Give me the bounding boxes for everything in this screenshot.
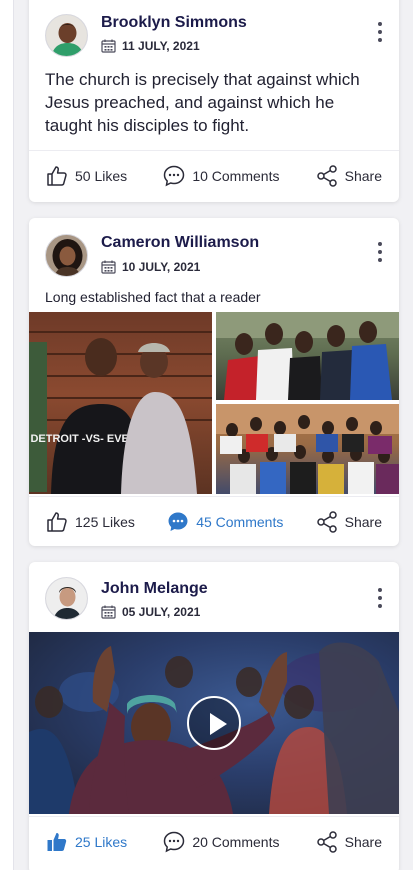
post-header: Cameron Williamson 10 JULY, 2021 bbox=[29, 218, 399, 280]
post-actions: 125 Likes 45 Comments Share bbox=[29, 496, 399, 546]
calendar-icon bbox=[101, 605, 116, 619]
gallery-photo[interactable] bbox=[216, 312, 399, 400]
comment-button[interactable]: 45 Comments bbox=[166, 510, 283, 534]
post-card: Cameron Williamson 10 JULY, 2021 Long es… bbox=[29, 218, 399, 546]
share-button[interactable]: Share bbox=[315, 510, 382, 534]
comment-count: 10 Comments bbox=[192, 167, 280, 184]
post-date-text: 10 JULY, 2021 bbox=[122, 260, 201, 274]
author-avatar[interactable] bbox=[45, 577, 88, 620]
author-name[interactable]: John Melange bbox=[101, 580, 208, 598]
like-button[interactable]: 50 Likes bbox=[45, 164, 127, 188]
thumbs-up-icon bbox=[47, 165, 67, 186]
gallery-photo[interactable] bbox=[216, 404, 399, 494]
post-date: 11 JULY, 2021 bbox=[101, 39, 200, 53]
comment-icon bbox=[164, 165, 185, 186]
thumbs-up-icon bbox=[47, 511, 67, 532]
post-card: Brooklyn Simmons 11 JULY, 2021 The churc… bbox=[29, 0, 399, 202]
like-count: 25 Likes bbox=[75, 833, 128, 850]
share-icon bbox=[316, 510, 337, 533]
post-date-text: 05 JULY, 2021 bbox=[122, 605, 201, 619]
author-name[interactable]: Cameron Williamson bbox=[101, 234, 259, 252]
comment-count: 20 Comments bbox=[192, 833, 280, 850]
share-label: Share bbox=[344, 833, 382, 850]
share-label: Share bbox=[344, 167, 382, 184]
play-icon[interactable] bbox=[187, 696, 241, 750]
more-vertical-icon[interactable] bbox=[375, 242, 385, 262]
post-text: The church is precisely that against whi… bbox=[45, 70, 360, 135]
more-vertical-icon[interactable] bbox=[375, 588, 385, 608]
share-icon bbox=[316, 830, 337, 853]
comment-button[interactable]: 10 Comments bbox=[162, 164, 279, 188]
post-card: John Melange 05 JULY, 2021 25 Likes 20 C… bbox=[29, 562, 399, 870]
comment-icon bbox=[168, 512, 188, 531]
share-label: Share bbox=[344, 513, 382, 530]
post-header: John Melange 05 JULY, 2021 bbox=[29, 562, 399, 624]
post-text: Long established fact that a reader bbox=[45, 289, 261, 305]
post-date: 05 JULY, 2021 bbox=[101, 605, 200, 619]
photo-gallery: DETROIT -VS- EVERYBODY bbox=[29, 312, 399, 494]
video-player[interactable] bbox=[29, 632, 399, 814]
like-count: 125 Likes bbox=[75, 513, 135, 530]
calendar-icon bbox=[101, 260, 116, 274]
like-count: 50 Likes bbox=[75, 167, 128, 184]
like-button[interactable]: 125 Likes bbox=[45, 510, 135, 534]
post-date-text: 11 JULY, 2021 bbox=[122, 39, 200, 53]
author-name[interactable]: Brooklyn Simmons bbox=[101, 14, 247, 32]
calendar-icon bbox=[101, 39, 116, 53]
like-button[interactable]: 25 Likes bbox=[45, 830, 127, 854]
comment-count: 45 Comments bbox=[196, 513, 284, 530]
post-date: 10 JULY, 2021 bbox=[101, 260, 200, 274]
post-actions: 25 Likes 20 Comments Share bbox=[29, 816, 399, 866]
thumbs-up-icon bbox=[47, 832, 67, 851]
post-actions: 50 Likes 10 Comments Share bbox=[29, 150, 399, 200]
share-button[interactable]: Share bbox=[315, 830, 382, 854]
share-icon bbox=[316, 164, 337, 187]
author-avatar[interactable] bbox=[45, 14, 88, 57]
comment-button[interactable]: 20 Comments bbox=[162, 830, 279, 854]
more-vertical-icon[interactable] bbox=[375, 22, 385, 42]
gallery-photo[interactable]: DETROIT -VS- EVERYBODY bbox=[29, 312, 212, 494]
author-avatar[interactable] bbox=[45, 234, 88, 277]
post-header: Brooklyn Simmons 11 JULY, 2021 bbox=[29, 0, 399, 57]
share-button[interactable]: Share bbox=[315, 164, 382, 188]
left-sidebar-rail bbox=[0, 0, 14, 870]
comment-icon bbox=[164, 831, 185, 852]
